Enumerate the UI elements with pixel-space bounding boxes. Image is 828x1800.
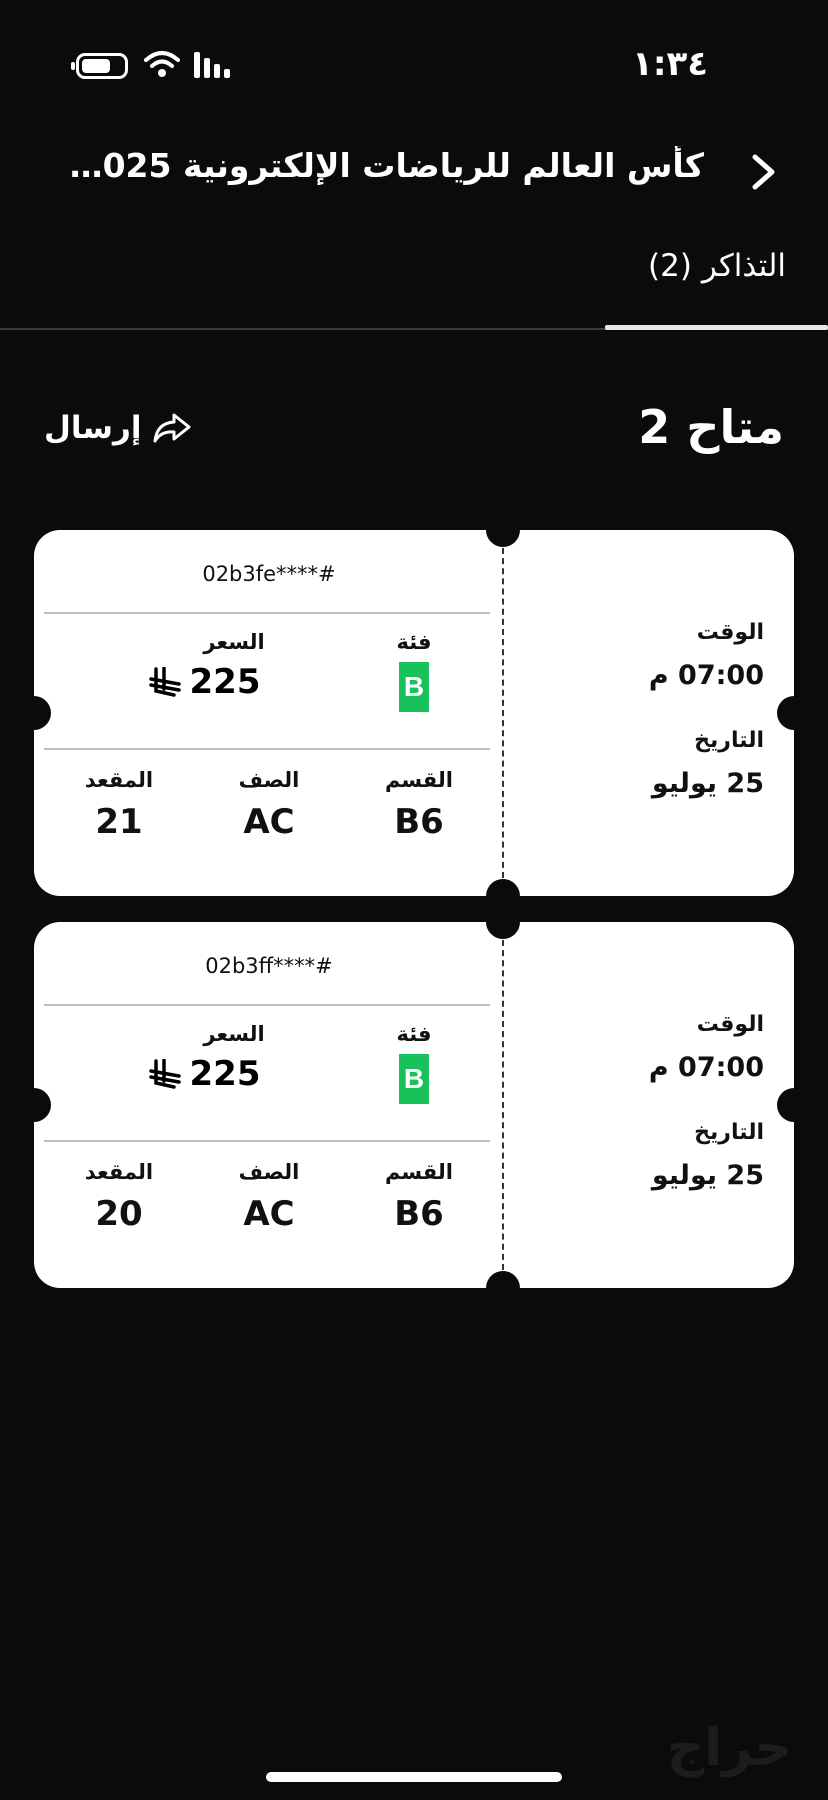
tab-tickets[interactable]: التذاكر (2) [648, 248, 786, 284]
section-block: القسم B6 [374, 1160, 464, 1234]
status-bar: ١:٣٤ [0, 0, 828, 130]
date-value: 25 يوليو [651, 1160, 764, 1191]
back-chevron-icon[interactable] [742, 150, 786, 194]
category-label: فئة [396, 630, 432, 654]
ticket-card[interactable]: الوقت 07:00 م التاريخ 25 يوليو 02b3ff***… [17, 905, 811, 1305]
date-label: التاريخ [694, 1120, 764, 1145]
tab-bar: التذاكر (2) [0, 240, 828, 330]
time-label: الوقت [696, 620, 764, 645]
price-block: السعر 225 [104, 630, 304, 702]
divider [44, 1140, 490, 1142]
category-block: فئة B [364, 1022, 464, 1104]
divider [44, 1004, 490, 1006]
seat-value: 21 [95, 802, 143, 842]
divider [44, 748, 490, 750]
section-value: B6 [394, 1194, 444, 1234]
row-block: الصف AC [224, 768, 314, 842]
seat-block: المقعد 21 [74, 768, 164, 842]
category-badge: B [399, 1054, 429, 1104]
ticket-stub: الوقت 07:00 م التاريخ 25 يوليو [504, 530, 794, 896]
header: كأس العالم للرياضات الإلكترونية 2025 - ع… [0, 130, 828, 210]
row-value: AC [243, 1194, 295, 1234]
gate-label: متاح 2 [638, 400, 784, 454]
share-arrow-icon [153, 413, 190, 443]
send-label: إرسال [44, 410, 142, 446]
row-label: الصف [238, 768, 300, 792]
ticket-stub: الوقت 07:00 م التاريخ 25 يوليو [504, 922, 794, 1288]
seat-block: المقعد 20 [74, 1160, 164, 1234]
category-block: فئة B [364, 630, 464, 712]
send-button[interactable]: إرسال [44, 410, 192, 446]
price-label: السعر [203, 1022, 265, 1046]
time-label: الوقت [696, 1012, 764, 1037]
price-block: السعر 225 [104, 1022, 304, 1094]
seat-value: 20 [95, 1194, 143, 1234]
time-value: 07:00 م [648, 660, 764, 691]
riyal-icon [148, 667, 181, 697]
price-value: 225 [189, 1054, 261, 1094]
price-value: 225 [189, 662, 261, 702]
date-label: التاريخ [694, 728, 764, 753]
category-badge: B [399, 662, 429, 712]
seat-label: المقعد [84, 1160, 154, 1184]
price-label: السعر [203, 630, 265, 654]
status-time: ١:٣٤ [632, 44, 708, 84]
tab-active-indicator [605, 325, 828, 330]
signal-icon [194, 52, 230, 78]
riyal-icon [148, 1059, 181, 1089]
home-indicator[interactable] [266, 1772, 562, 1782]
section-label: القسم [384, 1160, 454, 1184]
section-label: القسم [384, 768, 454, 792]
row-block: الصف AC [224, 1160, 314, 1234]
row-value: AC [243, 802, 295, 842]
ticket-card[interactable]: الوقت 07:00 م التاريخ 25 يوليو 02b3fe***… [17, 513, 811, 913]
date-value: 25 يوليو [651, 768, 764, 799]
ticket-code: 02b3ff****# [205, 954, 333, 978]
seat-label: المقعد [84, 768, 154, 792]
event-title: كأس العالم للرياضات الإلكترونية 2025 - ع… [54, 146, 704, 185]
time-value: 07:00 م [648, 1052, 764, 1083]
row-label: الصف [238, 1160, 300, 1184]
battery-icon [71, 53, 128, 79]
divider [44, 612, 490, 614]
category-label: فئة [396, 1022, 432, 1046]
section-block: القسم B6 [374, 768, 464, 842]
wifi-icon [144, 51, 180, 77]
ticket-code: 02b3fe****# [202, 562, 336, 586]
watermark-logo: حراج [666, 1718, 792, 1778]
section-value: B6 [394, 802, 444, 842]
